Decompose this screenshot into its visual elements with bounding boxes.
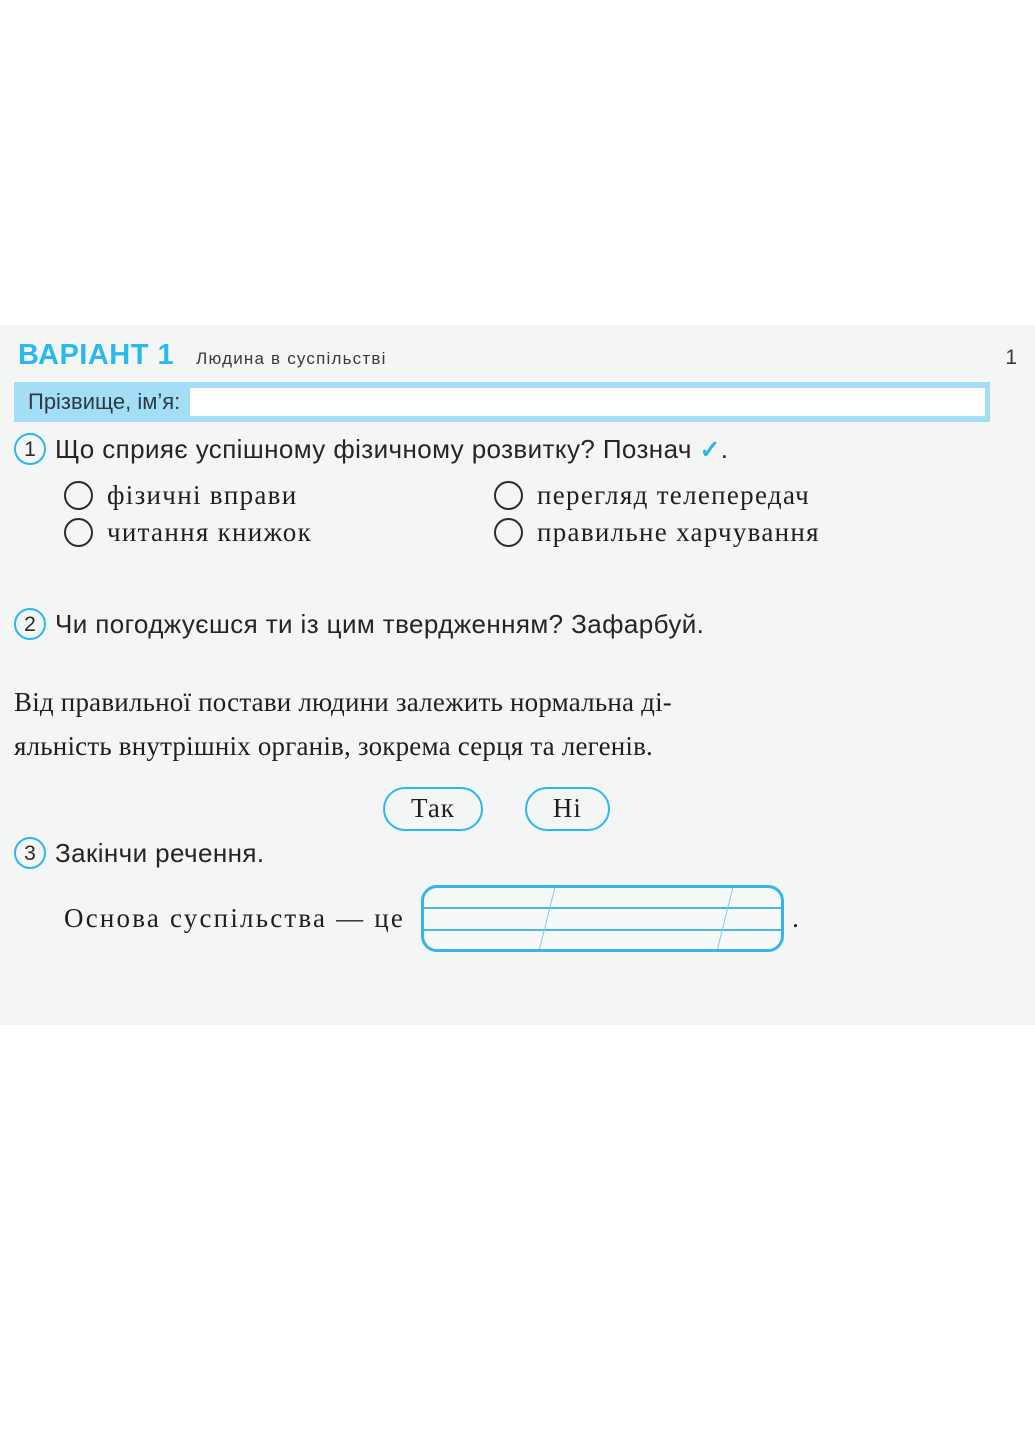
question-2-number: 2 <box>14 608 46 640</box>
choice-no-button[interactable]: Ні <box>524 787 610 831</box>
checkmark-icon: ✓ <box>699 436 721 464</box>
question-1-number: 1 <box>14 433 46 465</box>
question-1-prompt-text: Що сприяє успішному фізичному розвитку? … <box>55 434 692 464</box>
choice-yes-button[interactable]: Так <box>383 787 483 831</box>
question-3-number: 3 <box>14 837 46 869</box>
question-1-options: фізичні вправи перегляд телепередач чита… <box>64 480 1014 548</box>
question-2-prompt: Чи погоджуєшся ти із цим твердженням? За… <box>55 609 705 639</box>
question-1-prompt-tail: . <box>720 434 729 464</box>
radio-circle-icon[interactable] <box>494 481 523 510</box>
option-label: правильне харчування <box>537 517 820 547</box>
student-name-input[interactable] <box>190 388 985 416</box>
question-2-statement: Від правильної постави людини залежить н… <box>14 680 999 768</box>
question-1-prompt: Що сприяє успішному фізичному розвитку? … <box>55 433 728 466</box>
slant-guide-line <box>713 888 736 949</box>
question-3: 3 Закінчи речення. <box>14 837 264 869</box>
question-2: 2 Чи погоджуєшся ти із цим твердженням? … <box>14 608 704 640</box>
radio-circle-icon[interactable] <box>64 518 93 547</box>
question-1: 1 Що сприяє успішному фізичному розвитку… <box>14 433 728 466</box>
option-label: читання книжок <box>107 517 313 547</box>
slant-guide-line <box>535 888 558 949</box>
worksheet-panel: ВАРІАНТ 1 Людина в суспільстві 1 Прізвищ… <box>0 325 1035 1025</box>
radio-circle-icon[interactable] <box>64 481 93 510</box>
handwriting-answer-box[interactable] <box>421 885 785 952</box>
variant-title: ВАРІАНТ 1 <box>18 339 175 371</box>
question-2-choices: Так Ні <box>383 787 610 831</box>
option-fizychni-vpravy[interactable]: фізичні вправи <box>64 480 494 511</box>
option-label: перегляд телепередач <box>537 480 811 510</box>
question-3-prompt: Закінчи речення. <box>55 838 265 868</box>
student-name-label: Прізвище, ім’я: <box>28 389 181 414</box>
statement-line-2: яльність внутрішніх органів, зокрема сер… <box>14 731 654 761</box>
sentence-lead: Основа суспільства — це <box>64 903 406 933</box>
sentence-period: . <box>792 903 799 933</box>
worksheet-header: ВАРІАНТ 1 Людина в суспільстві 1 <box>18 339 1017 379</box>
question-3-answer-line: Основа суспільства — це . <box>64 885 1014 952</box>
student-name-band: Прізвище, ім’я: <box>14 382 990 422</box>
option-label: фізичні вправи <box>107 480 298 510</box>
radio-circle-icon[interactable] <box>494 518 523 547</box>
page-number: 1 <box>1005 346 1017 369</box>
option-chytannya-knyzhok[interactable]: читання книжок <box>64 517 494 548</box>
option-pereglyad-teleperedach[interactable]: перегляд телепередач <box>494 480 964 511</box>
statement-line-1: Від правильної постави людини залежить н… <box>14 687 672 717</box>
ruled-line-bottom <box>424 929 782 931</box>
subject-title: Людина в суспільстві <box>196 349 387 368</box>
option-pravylne-kharchuvannya[interactable]: правильне харчування <box>494 517 964 548</box>
